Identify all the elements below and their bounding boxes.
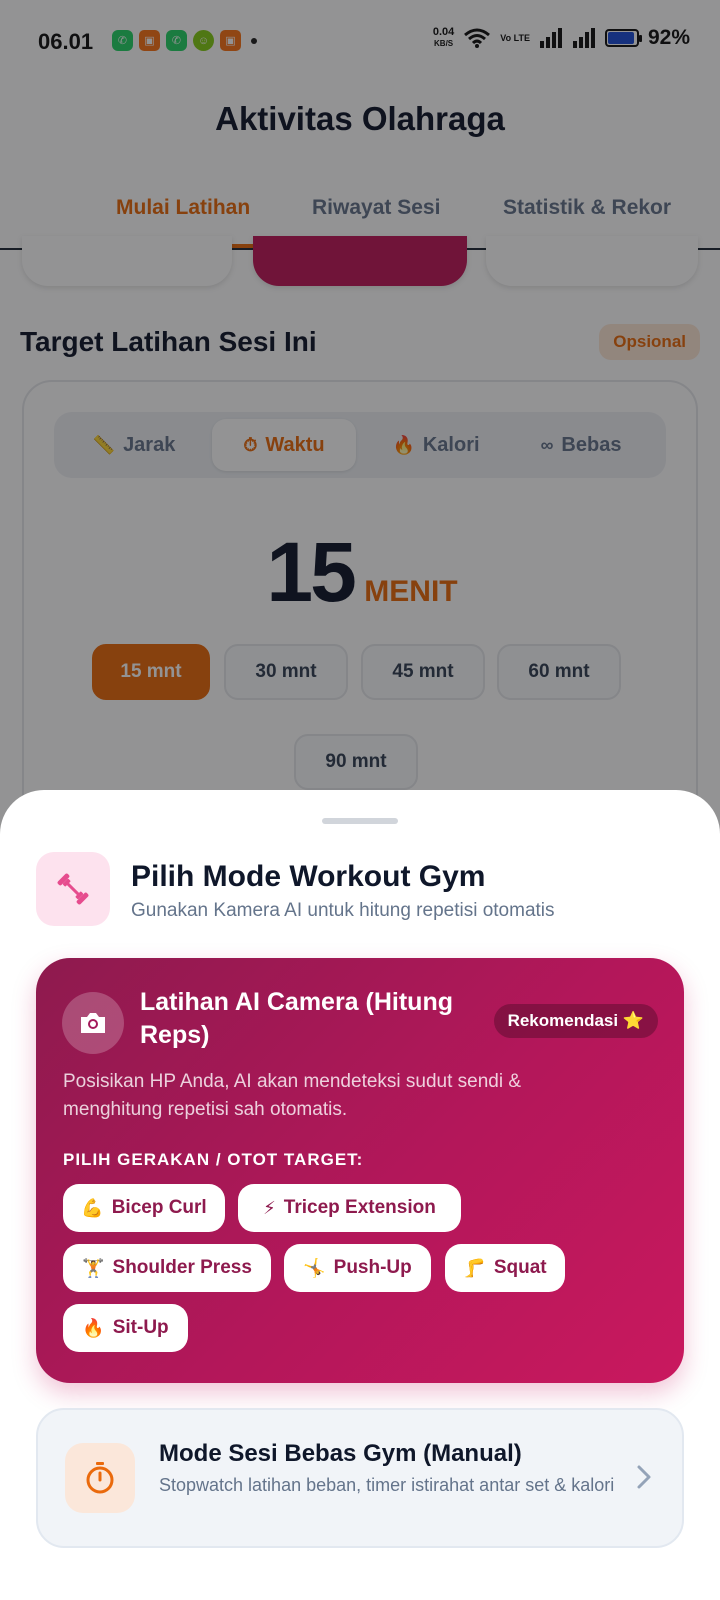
- weightlifter-icon: 🏋: [82, 1257, 105, 1278]
- stopwatch-icon: [65, 1443, 135, 1513]
- workout-mode-sheet: Pilih Mode Workout Gym Gunakan Kamera AI…: [0, 790, 720, 1600]
- flexed-bicep-icon: 💪: [81, 1197, 104, 1218]
- move-label: Tricep Extension: [283, 1197, 436, 1218]
- dumbbell-icon: [36, 852, 110, 926]
- move-sit-up[interactable]: 🔥 Sit-Up: [63, 1304, 188, 1352]
- cartwheel-icon: 🤸: [303, 1257, 326, 1278]
- ai-camera-mode-card[interactable]: Latihan AI Camera (Hitung Reps) Rekomend…: [36, 958, 684, 1383]
- ai-camera-description: Posisikan HP Anda, AI akan mendeteksi su…: [63, 1071, 522, 1120]
- camera-icon: [62, 992, 124, 1054]
- lightning-icon: ⚡: [263, 1197, 276, 1218]
- recommended-badge: Rekomendasi ⭐: [493, 1004, 658, 1038]
- move-push-up[interactable]: 🤸 Push-Up: [284, 1244, 431, 1292]
- sheet-subtitle: Gunakan Kamera AI untuk hitung repetisi …: [131, 900, 555, 921]
- manual-mode-description: Stopwatch latihan beban, timer istirahat…: [159, 1475, 615, 1495]
- leg-icon: 🦵: [463, 1257, 486, 1278]
- sheet-title: Pilih Mode Workout Gym: [131, 860, 486, 893]
- move-label: Sit-Up: [112, 1317, 169, 1338]
- select-movement-label: PILIH GERAKAN / OTOT TARGET:: [63, 1150, 364, 1169]
- move-shoulder-press[interactable]: 🏋 Shoulder Press: [63, 1244, 271, 1292]
- manual-mode-title: Mode Sesi Bebas Gym (Manual): [159, 1440, 522, 1467]
- move-tricep-extension[interactable]: ⚡ Tricep Extension: [238, 1184, 461, 1232]
- fire-icon: 🔥: [82, 1317, 105, 1338]
- move-label: Shoulder Press: [112, 1257, 252, 1278]
- chevron-right-icon: [637, 1465, 651, 1489]
- manual-mode-card[interactable]: Mode Sesi Bebas Gym (Manual) Stopwatch l…: [36, 1408, 684, 1548]
- move-squat[interactable]: 🦵 Squat: [445, 1244, 565, 1292]
- sheet-drag-handle[interactable]: [322, 818, 398, 824]
- move-label: Bicep Curl: [111, 1197, 207, 1218]
- ai-camera-title: Latihan AI Camera (Hitung Reps): [140, 988, 453, 1049]
- move-label: Push-Up: [333, 1257, 412, 1278]
- move-bicep-curl[interactable]: 💪 Bicep Curl: [63, 1184, 225, 1232]
- move-label: Squat: [493, 1257, 547, 1278]
